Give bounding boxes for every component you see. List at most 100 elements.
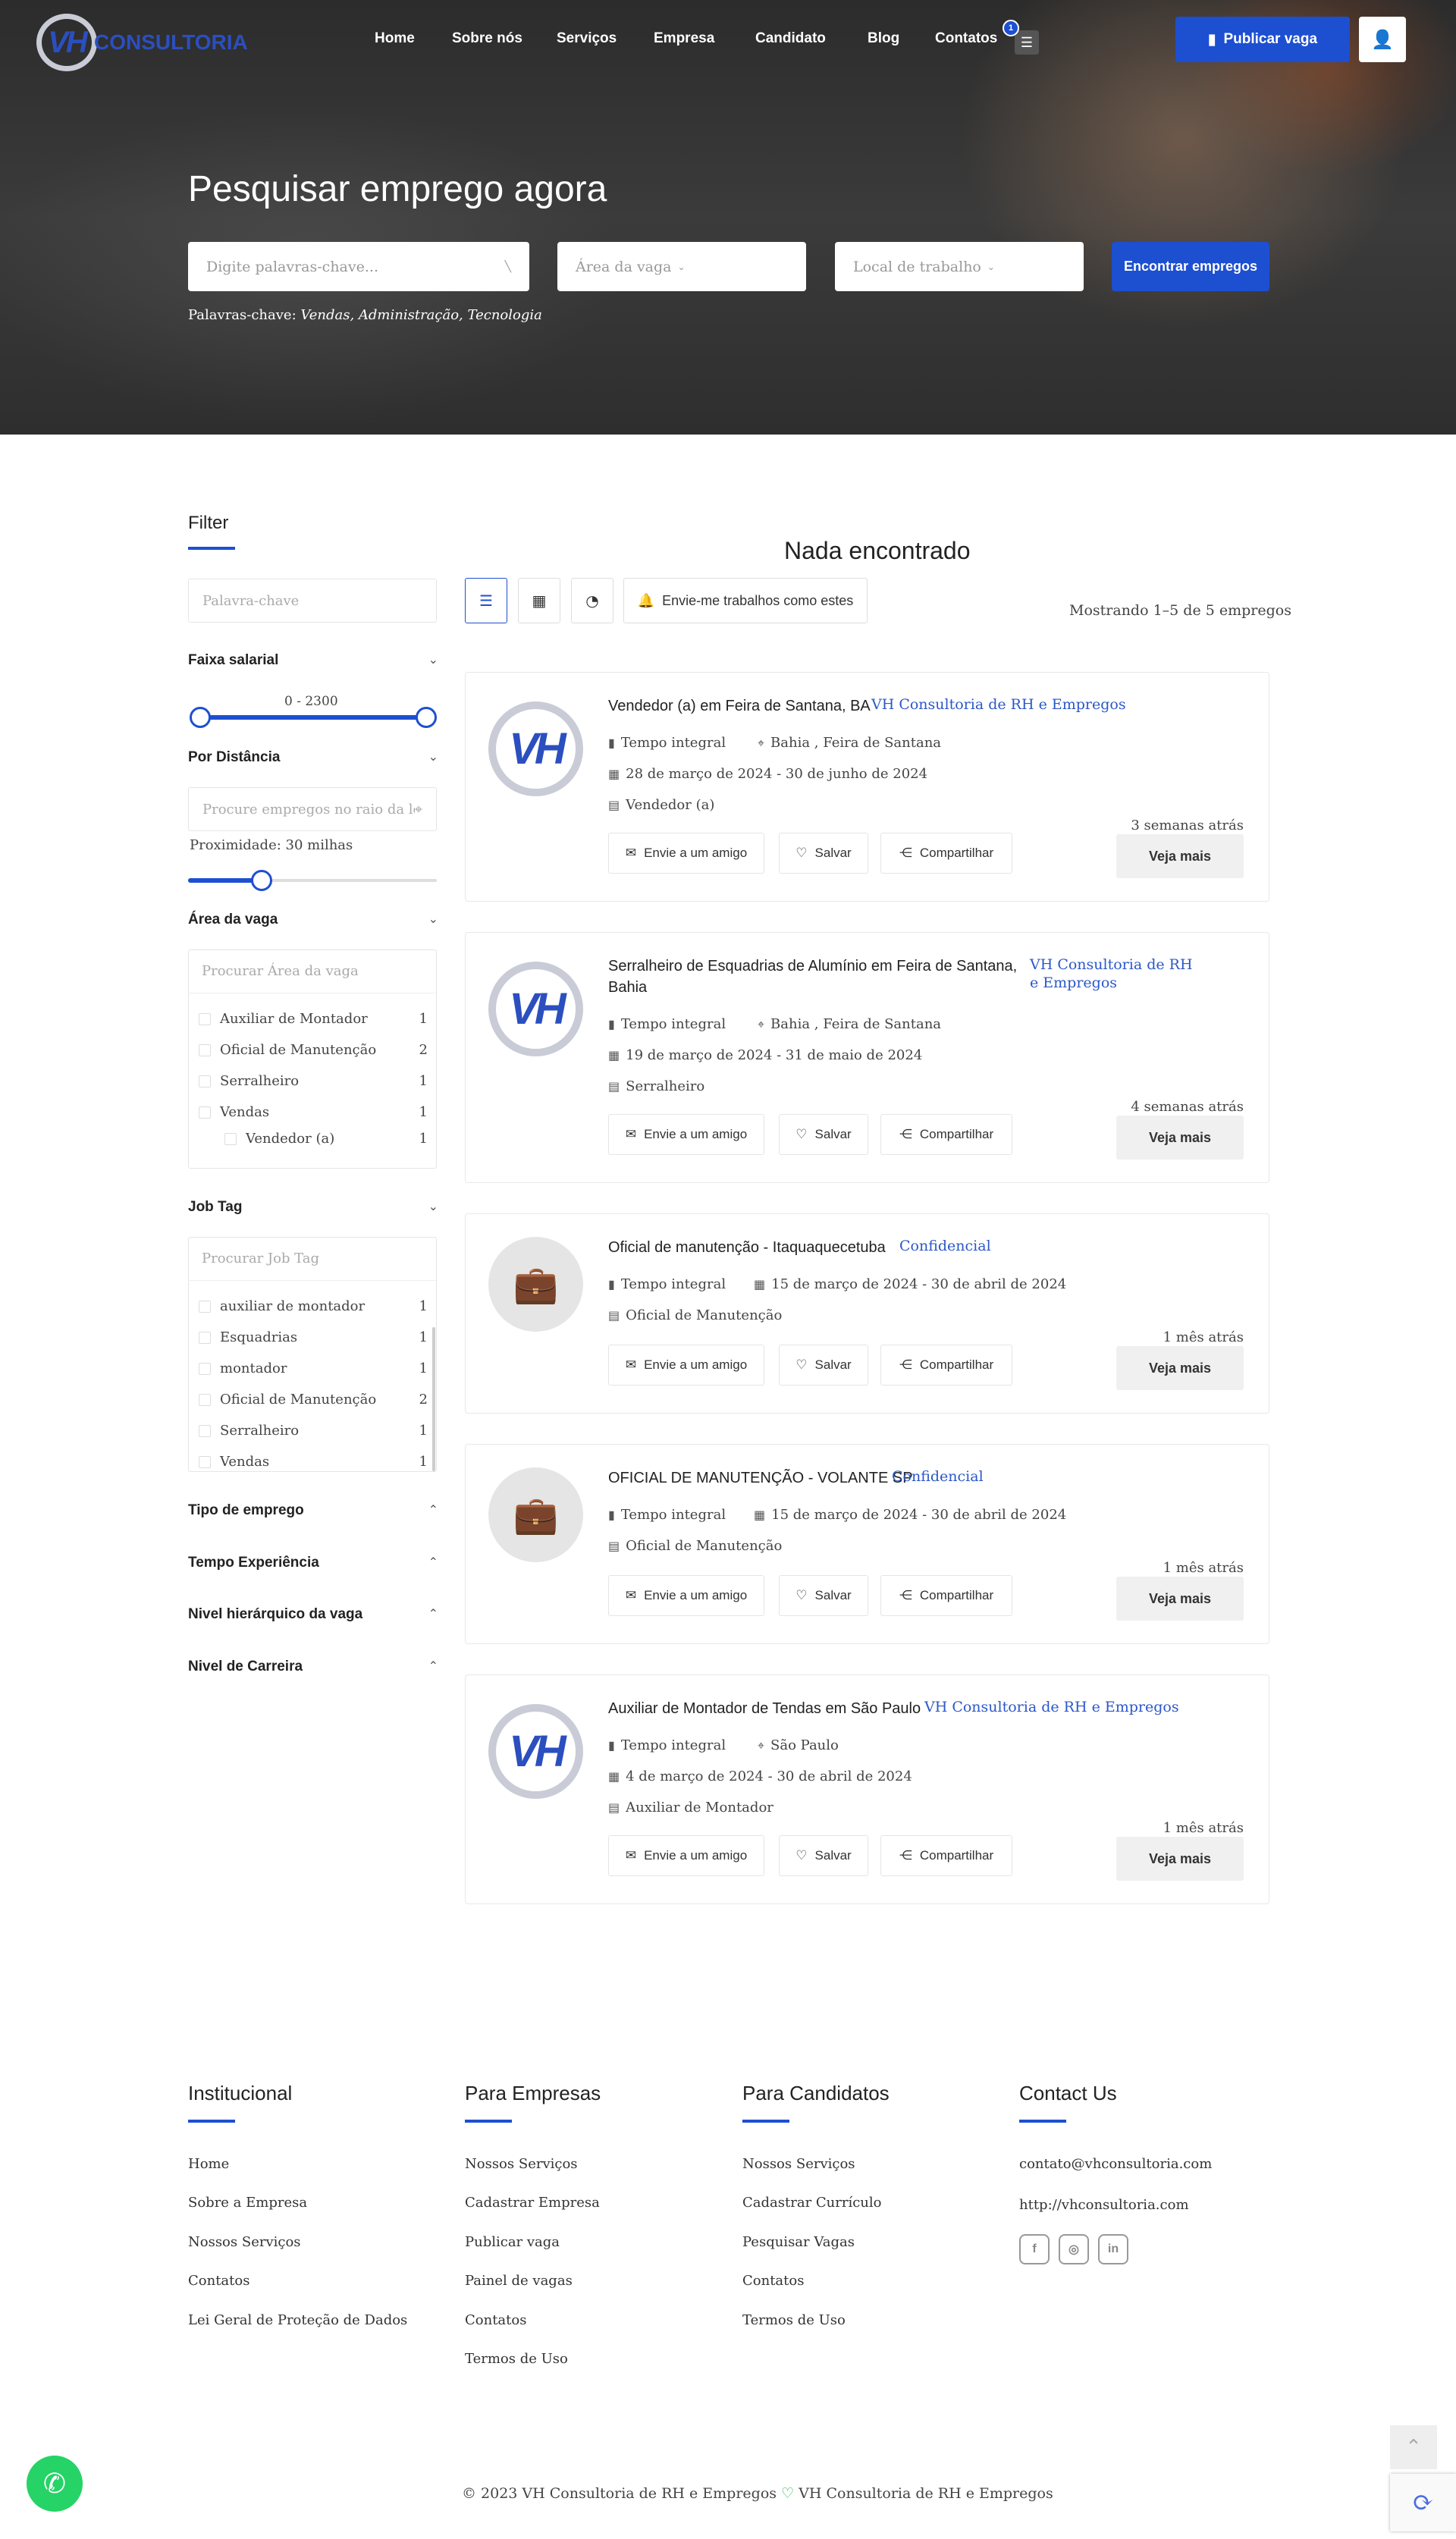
save-job-button[interactable]: ♡ Salvar	[779, 1345, 868, 1386]
company-name[interactable]: Confidencial	[892, 1467, 1150, 1486]
instagram-icon[interactable]: ◎	[1059, 2234, 1089, 2264]
save-job-button[interactable]: ♡ Salvar	[779, 1575, 868, 1616]
tag-section-toggle[interactable]: Job Tag ⌄	[188, 1199, 438, 1216]
linkedin-icon[interactable]: in	[1098, 2234, 1128, 2264]
briefcase-icon[interactable]: 💼	[488, 1467, 583, 1562]
job-title[interactable]: OFICIAL DE MANUTENÇÃO - VOLANTE SP	[608, 1467, 927, 1489]
job-title[interactable]: Serralheiro de Esquadrias de Alumínio em…	[608, 956, 1018, 998]
contact-website[interactable]: http://vhconsultoria.com	[1019, 2197, 1189, 2213]
view-more-button[interactable]: Veja mais	[1116, 1837, 1244, 1881]
footer-link[interactable]: Lei Geral de Proteção de Dados	[188, 2312, 407, 2328]
recaptcha-badge[interactable]: ⟳	[1390, 2474, 1456, 2531]
area-select[interactable]: Área da vaga ⌄	[557, 242, 806, 291]
hierarchy-section-toggle[interactable]: Nivel hierárquico da vaga ⌃	[188, 1606, 438, 1623]
company-logo[interactable]: VH	[488, 962, 583, 1056]
facebook-icon[interactable]: f	[1019, 2234, 1050, 2264]
salary-section-toggle[interactable]: Faixa salarial ⌄	[188, 652, 438, 669]
footer-link[interactable]: Termos de Uso	[465, 2351, 568, 2367]
salary-max-handle[interactable]	[416, 707, 437, 728]
nav-blog[interactable]: Blog	[868, 30, 899, 47]
view-more-button[interactable]: Veja mais	[1116, 1346, 1244, 1390]
checkbox[interactable]	[199, 1455, 211, 1468]
footer-link[interactable]: Contatos	[742, 2273, 804, 2289]
search-jobs-button[interactable]: Encontrar empregos	[1112, 242, 1269, 291]
area-option[interactable]: Serralheiro 1	[199, 1073, 428, 1089]
checkbox[interactable]	[199, 1424, 211, 1437]
site-logo[interactable]: VH CONSULTORIA	[36, 14, 248, 71]
send-to-friend-button[interactable]: ✉ Envie a um amigo	[608, 833, 764, 874]
send-to-friend-button[interactable]: ✉ Envie a um amigo	[608, 1345, 764, 1386]
briefcase-icon[interactable]: 💼	[488, 1237, 583, 1332]
nav-home[interactable]: Home	[375, 30, 415, 47]
job-alert-button[interactable]: 🔔 Envie-me trabalhos como estes	[623, 578, 868, 623]
footer-link[interactable]: Pesquisar Vagas	[742, 2234, 855, 2250]
area-option[interactable]: Auxiliar de Montador 1	[199, 1011, 428, 1027]
experience-section-toggle[interactable]: Tempo Experiência ⌃	[188, 1555, 438, 1571]
area-option[interactable]: Oficial de Manutenção 2	[199, 1042, 428, 1058]
nav-company[interactable]: Empresa	[654, 30, 714, 47]
back-to-top-button[interactable]: ⌃	[1390, 2425, 1437, 2469]
company-logo[interactable]: VH	[488, 1704, 583, 1799]
footer-link[interactable]: Contatos	[465, 2312, 526, 2328]
company-name[interactable]: VH Consultoria de RH e Empregos	[871, 695, 1129, 714]
company-name[interactable]: VH Consultoria de RH e Empregos	[924, 1698, 1182, 1716]
list-view-button[interactable]: ☰	[465, 578, 507, 623]
area-section-toggle[interactable]: Área da vaga ⌄	[188, 912, 438, 928]
nav-candidate[interactable]: Candidato	[755, 30, 826, 47]
footer-link[interactable]: Home	[188, 2156, 229, 2172]
location-select[interactable]: Local de trabalho ⌄	[835, 242, 1084, 291]
checkbox[interactable]	[224, 1132, 237, 1145]
footer-link[interactable]: Nossos Serviços	[188, 2234, 301, 2250]
distance-section-toggle[interactable]: Por Distância ⌄	[188, 749, 438, 766]
checkbox[interactable]	[199, 1393, 211, 1406]
footer-link[interactable]: Nossos Serviços	[742, 2156, 855, 2172]
footer-link[interactable]: Cadastrar Currículo	[742, 2195, 882, 2211]
contact-email[interactable]: contato@vhconsultoria.com	[1019, 2156, 1212, 2172]
view-more-button[interactable]: Veja mais	[1116, 1577, 1244, 1621]
footer-link[interactable]: Cadastrar Empresa	[465, 2195, 600, 2211]
tag-option[interactable]: Oficial de Manutenção 2	[199, 1392, 428, 1408]
company-name[interactable]: Confidencial	[899, 1237, 1157, 1255]
footer-link[interactable]: Termos de Uso	[742, 2312, 846, 2328]
distance-location-input[interactable]: Procure empregos no raio da localização⌖	[188, 787, 437, 831]
keyword-search-input[interactable]: Digite palavras-chave... ╲	[188, 242, 529, 291]
save-job-button[interactable]: ♡ Salvar	[779, 1114, 868, 1155]
share-button[interactable]: ⋲ Compartilhar	[880, 1345, 1012, 1386]
tag-list-scrollbar[interactable]	[432, 1327, 435, 1471]
area-search-input[interactable]: Procurar Área da vaga	[188, 949, 437, 993]
send-to-friend-button[interactable]: ✉ Envie a um amigo	[608, 1835, 764, 1876]
job-title[interactable]: Auxiliar de Montador de Tendas em São Pa…	[608, 1698, 927, 1719]
career-section-toggle[interactable]: Nivel de Carreira ⌃	[188, 1659, 438, 1675]
tag-option[interactable]: Vendas 1	[199, 1454, 428, 1470]
checkbox[interactable]	[199, 1362, 211, 1375]
checkbox[interactable]	[199, 1075, 211, 1087]
job-title[interactable]: Oficial de manutenção - Itaquaquecetuba	[608, 1237, 927, 1258]
checkbox[interactable]	[199, 1331, 211, 1344]
footer-link[interactable]: Sobre a Empresa	[188, 2195, 307, 2211]
footer-link[interactable]: Contatos	[188, 2273, 249, 2289]
job-type-section-toggle[interactable]: Tipo de emprego ⌃	[188, 1502, 438, 1519]
tag-option[interactable]: Esquadrias 1	[199, 1329, 428, 1345]
tag-option[interactable]: Serralheiro 1	[199, 1423, 428, 1439]
checkbox[interactable]	[199, 1106, 211, 1119]
area-option[interactable]: Vendas 1	[199, 1104, 428, 1120]
share-button[interactable]: ⋲ Compartilhar	[880, 833, 1012, 874]
checkbox[interactable]	[199, 1044, 211, 1056]
save-job-button[interactable]: ♡ Salvar	[779, 833, 868, 874]
view-more-button[interactable]: Veja mais	[1116, 1116, 1244, 1160]
nav-contacts[interactable]: Contatos	[935, 30, 997, 47]
share-button[interactable]: ⋲ Compartilhar	[880, 1835, 1012, 1876]
post-job-button[interactable]: ▮ Publicar vaga	[1175, 17, 1350, 62]
footer-link[interactable]: Nossos Serviços	[465, 2156, 578, 2172]
salary-min-handle[interactable]	[190, 707, 211, 728]
checkbox[interactable]	[199, 1012, 211, 1025]
rss-button[interactable]: ◔	[571, 578, 613, 623]
side-menu-icon[interactable]: ☰	[1015, 30, 1039, 55]
share-button[interactable]: ⋲ Compartilhar	[880, 1575, 1012, 1616]
checkbox[interactable]	[199, 1300, 211, 1313]
keywords-list[interactable]: Vendas, Administração, Tecnologia	[300, 307, 542, 323]
company-name[interactable]: VH Consultoria de RH e Empregos	[1030, 956, 1197, 992]
nav-services[interactable]: Serviços	[557, 30, 617, 47]
tag-option[interactable]: auxiliar de montador 1	[199, 1298, 428, 1314]
whatsapp-button[interactable]: ✆	[27, 2456, 83, 2512]
